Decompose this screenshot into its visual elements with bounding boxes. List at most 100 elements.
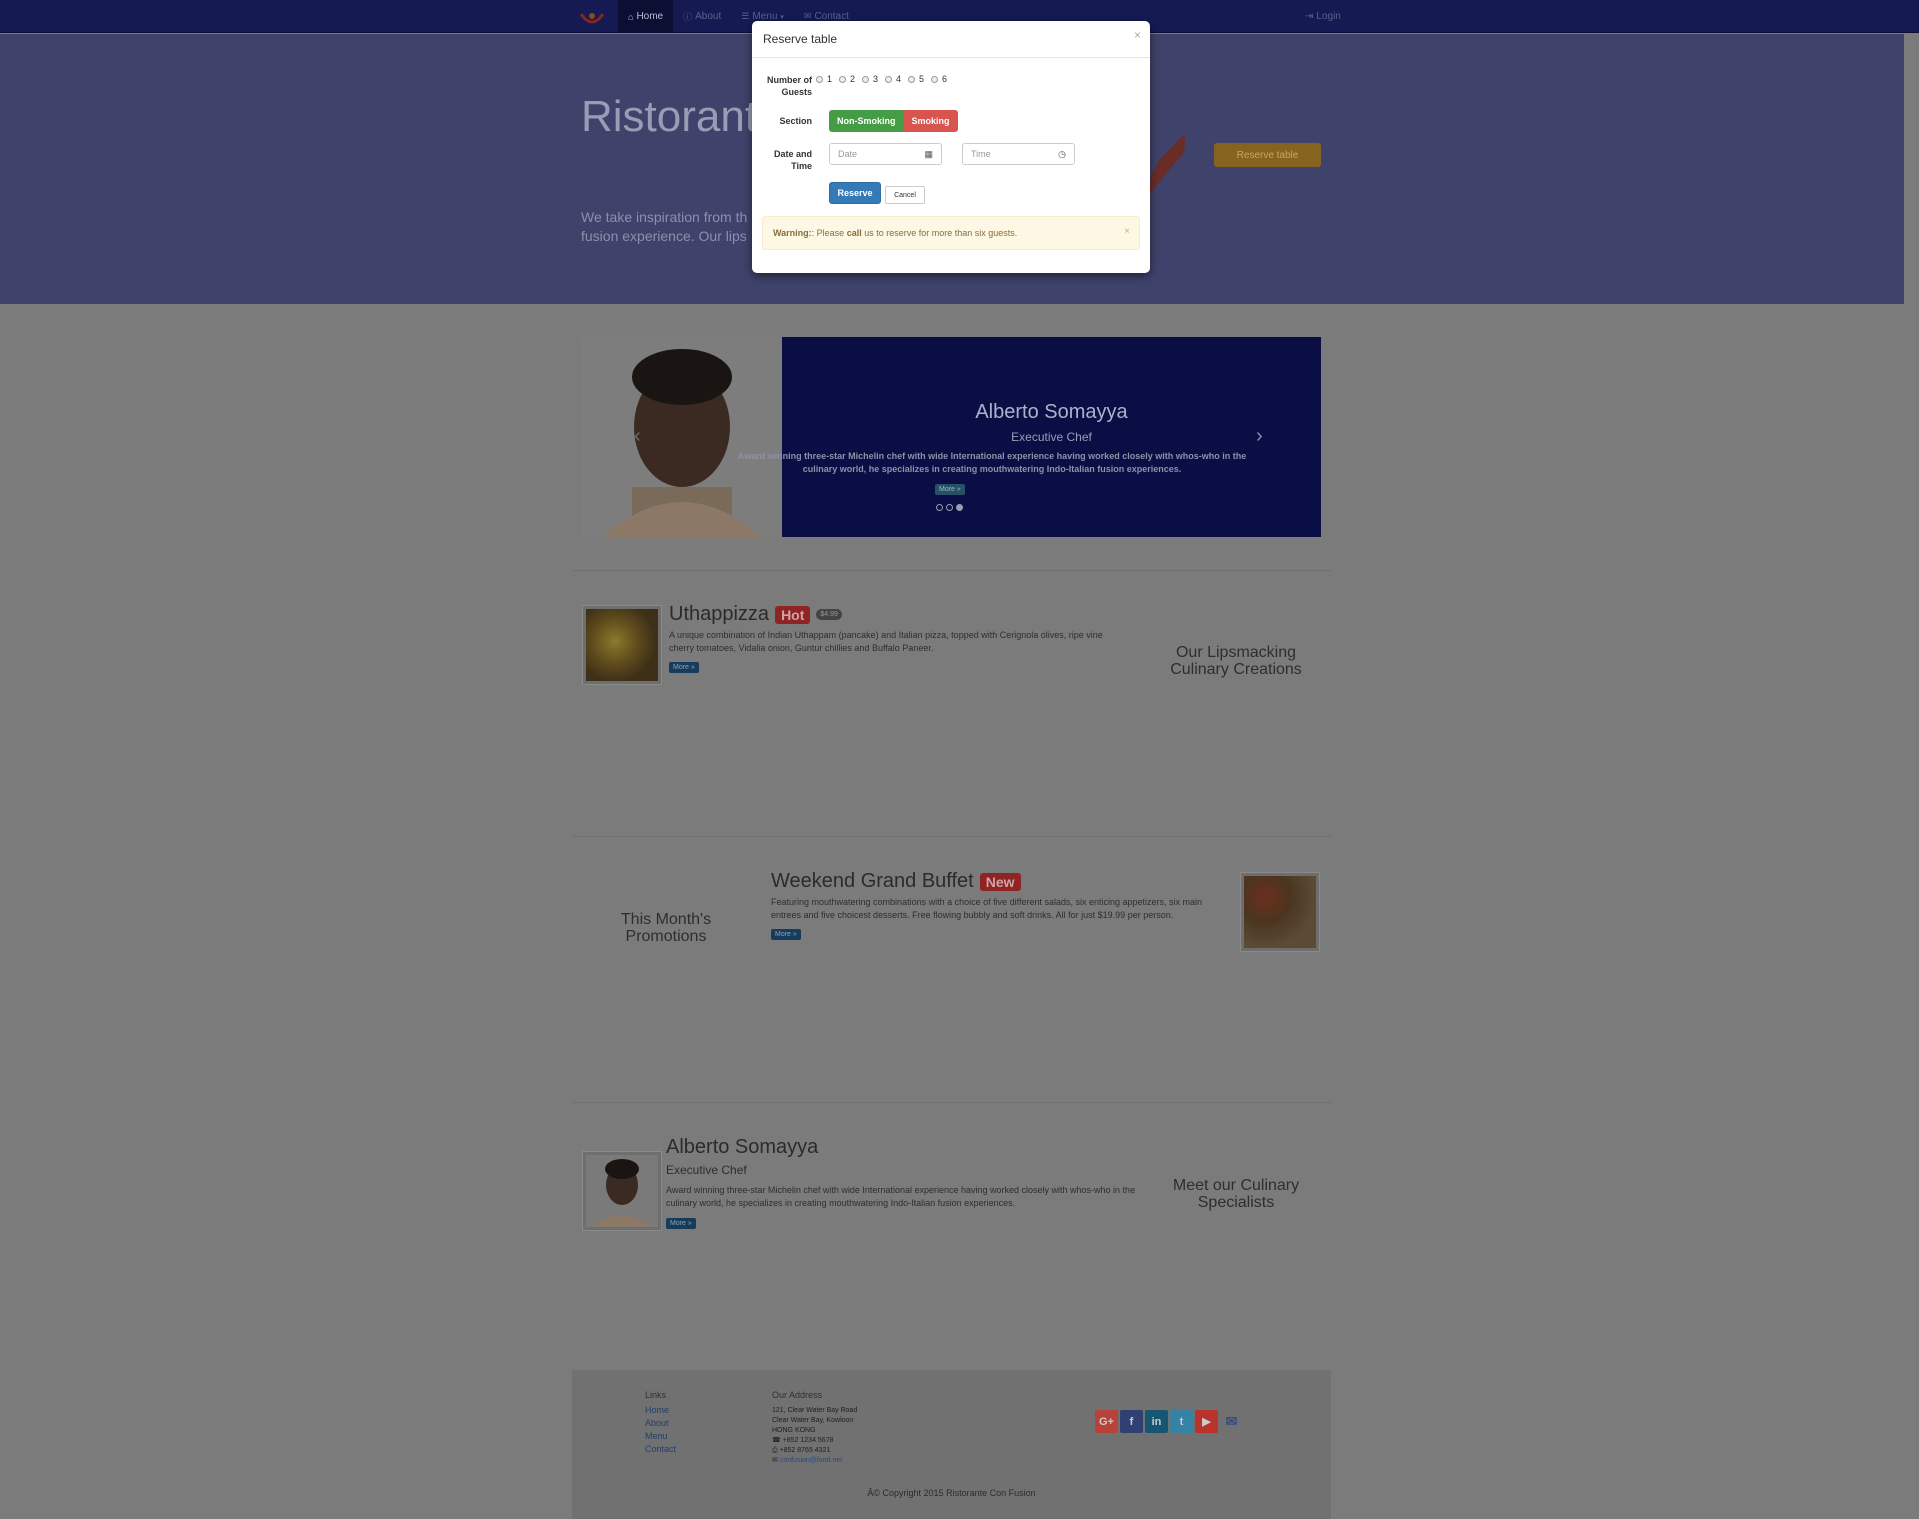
reserve-table-button[interactable]: Reserve table	[1214, 143, 1321, 167]
radio-circle	[931, 75, 938, 83]
new-badge: New	[979, 872, 1021, 891]
calendar-icon: ▦	[924, 149, 933, 159]
radio-circle	[885, 75, 892, 83]
footer-address: 121, Clear Water Bay Road Clear Water Ba…	[772, 1407, 858, 1464]
login-icon: ⇥	[1305, 11, 1314, 22]
radio-circle	[908, 75, 915, 83]
carousel-chef-name: Alberto Somayya	[975, 401, 1128, 423]
hot-badge: Hot	[775, 605, 811, 624]
logo-icon[interactable]	[578, 6, 606, 28]
warning-strong: Warning:	[773, 228, 812, 238]
google-plus-icon[interactable]: G+	[1095, 1410, 1118, 1433]
datetime-label: Date and Time	[773, 149, 812, 171]
caret-down-icon: ▾	[780, 13, 784, 21]
nav-item-home[interactable]: ⌂ Home	[618, 0, 674, 33]
footer-email-link[interactable]: confusion@food.net	[780, 1457, 842, 1464]
modal-close-icon[interactable]: ×	[1134, 28, 1141, 42]
info-icon: ⓘ	[683, 12, 693, 22]
carousel-indicator[interactable]	[946, 504, 953, 511]
facebook-icon[interactable]: f	[1120, 1410, 1143, 1433]
time-input[interactable]: Time ◷	[962, 143, 1075, 165]
mail-icon[interactable]: ✉	[1220, 1410, 1243, 1433]
leader-role: Executive Chef	[666, 1163, 747, 1177]
restaurant-title: Ristorant	[581, 92, 758, 141]
date-input[interactable]: Date ▦	[829, 143, 942, 165]
smoking-button[interactable]: Smoking	[903, 110, 958, 132]
copyright: Â© Copyright 2015 Ristorante Con Fusion	[867, 1488, 1036, 1498]
guests-radio-3[interactable]: 3	[862, 74, 878, 84]
guests-label: Number of Guests	[767, 75, 812, 97]
footer-link-menu[interactable]: Menu	[645, 1431, 668, 1441]
dish-name: Uthappizza	[669, 603, 770, 625]
leader-thumbnail[interactable]	[582, 1151, 662, 1231]
guests-radio-4[interactable]: 4	[885, 74, 901, 84]
leader-heading: Alberto Somayya	[666, 1136, 818, 1159]
radio-circle	[862, 75, 869, 83]
envelope-icon: ✉	[772, 1457, 778, 1464]
social-links: G+ f in t ▶ ✉	[1095, 1410, 1243, 1433]
login-link[interactable]: ⇥ Login	[1305, 0, 1341, 33]
promotion-name: Weekend Grand Buffet	[771, 870, 974, 892]
carousel-chef-role: Executive Chef	[1011, 430, 1092, 444]
promotion-heading: Weekend Grand Buffet New	[771, 870, 1021, 893]
chef-photo	[582, 337, 782, 537]
carousel-indicator-active[interactable]	[956, 504, 963, 511]
radio-circle	[839, 75, 846, 83]
leader-section-title: Meet our Culinary Specialists	[1172, 1177, 1300, 1211]
nav-item-about[interactable]: ⓘ About	[673, 0, 731, 33]
leader-more-button[interactable]: More »	[666, 1218, 696, 1229]
list-icon: ☰	[741, 11, 750, 21]
dish-more-button[interactable]: More »	[669, 662, 699, 673]
youtube-icon[interactable]: ▶	[1195, 1410, 1218, 1433]
divider	[572, 570, 1331, 571]
twitter-icon[interactable]: t	[1170, 1410, 1193, 1433]
dish-heading: Uthappizza Hot $4.99	[669, 603, 842, 626]
promotion-section-title: This Month's Promotions	[620, 911, 712, 945]
carousel-indicators	[936, 504, 963, 511]
footer-link-contact[interactable]: Contact	[645, 1444, 676, 1454]
guests-radio-5[interactable]: 5	[908, 74, 924, 84]
home-icon: ⌂	[628, 11, 634, 22]
promotion-more-button[interactable]: More »	[771, 929, 801, 940]
chef-carousel: ‹ › Alberto Somayya Executive Chef Award…	[582, 337, 1321, 537]
promotion-thumbnail[interactable]	[1240, 872, 1320, 952]
guests-radio-6[interactable]: 6	[931, 74, 947, 84]
warning-call: call	[846, 228, 862, 238]
dish-section-title: Our Lipsmacking Culinary Creations	[1170, 644, 1302, 678]
phone-icon: ☎	[772, 1437, 781, 1444]
footer-link-home[interactable]: Home	[645, 1405, 669, 1415]
modal-title: Reserve table	[763, 32, 838, 46]
footer-address-heading: Our Address	[772, 1390, 823, 1400]
linkedin-icon[interactable]: in	[1145, 1410, 1168, 1433]
section-toggle: Non-Smoking Smoking	[829, 110, 958, 132]
non-smoking-button[interactable]: Non-Smoking	[829, 110, 904, 132]
promotion-description: Featuring mouthwatering combinations wit…	[771, 897, 1203, 920]
carousel-indicator[interactable]	[936, 504, 943, 511]
footer-links-heading: Links	[645, 1390, 667, 1400]
reserve-button[interactable]: Reserve	[829, 182, 881, 204]
dish-thumbnail[interactable]	[582, 605, 662, 685]
guests-radio-1[interactable]: 1	[816, 74, 832, 84]
cancel-button[interactable]: Cancel	[885, 186, 925, 204]
footer-link-about[interactable]: About	[645, 1418, 669, 1428]
carousel-chef-description: Award winning three-star Michelin chef w…	[737, 451, 1247, 474]
divider	[572, 1102, 1331, 1103]
carousel-prev-icon[interactable]: ‹	[634, 425, 641, 448]
guests-radio-2[interactable]: 2	[839, 74, 855, 84]
clock-icon: ◷	[1058, 149, 1066, 159]
fax-icon: ⎙	[772, 1447, 778, 1454]
price-badge: $4.99	[816, 609, 842, 620]
footer: Links Home About Menu Contact Our Addres…	[572, 1370, 1331, 1519]
section-label: Section	[779, 116, 812, 126]
warning-alert: Warning:: Please call us to reserve for …	[762, 216, 1140, 250]
divider	[572, 836, 1331, 837]
alert-close-icon[interactable]: ×	[1124, 226, 1130, 237]
radio-circle	[816, 75, 823, 83]
leader-description: Award winning three-star Michelin chef w…	[666, 1185, 1136, 1208]
restaurant-intro: We take inspiration from th fusion exper…	[581, 209, 748, 244]
dish-description: A unique combination of Indian Uthappam …	[669, 630, 1103, 653]
modal-header: Reserve table ×	[752, 21, 1150, 58]
carousel-more-button[interactable]: More »	[935, 484, 965, 495]
leader-name: Alberto Somayya	[666, 1136, 819, 1158]
reserve-table-modal: Reserve table × Number of Guests 123456 …	[752, 21, 1150, 273]
